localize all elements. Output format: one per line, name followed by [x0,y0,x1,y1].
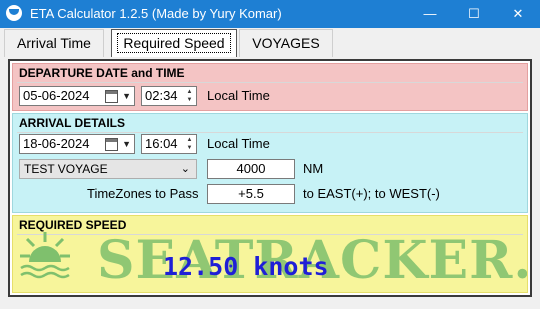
arrival-section: ARRIVAL DETAILS 18-06-2024 ▼ 16:04 ▲ ▼ Lo… [12,113,528,213]
departure-date-picker[interactable]: 05-06-2024 ▼ [19,86,135,106]
calendar-icon[interactable] [105,138,118,151]
window-title: ETA Calculator 1.2.5 (Made by Yury Komar… [30,6,282,21]
departure-section: DEPARTURE DATE and TIME 05-06-2024 ▼ 02:… [12,63,528,111]
calendar-icon[interactable] [105,90,118,103]
close-button[interactable]: ✕ [496,0,540,28]
minimize-button[interactable]: — [408,0,452,28]
timezones-label: TimeZones to Pass [87,186,199,201]
divider [17,132,523,133]
arrival-section-title: ARRIVAL DETAILS [19,116,126,130]
required-speed-value: 12.50 knots [163,252,329,281]
maximize-button[interactable]: ☐ [452,0,496,28]
timezones-input[interactable]: +5.5 [207,184,295,204]
tab-voyages[interactable]: VOYAGES [239,29,333,57]
distance-unit-label: NM [303,161,324,176]
spin-arrows-icon[interactable]: ▲ ▼ [185,88,194,104]
chevron-down-icon[interactable]: ⌄ [181,160,190,178]
chevron-down-icon[interactable]: ▼ [122,135,131,153]
spin-arrows-icon[interactable]: ▲ ▼ [185,136,194,152]
required-speed-section: REQUIRED SPEED SEATRACKER.RU 12.50 knots [12,215,528,293]
divider [17,82,523,83]
app-icon [6,5,22,21]
tab-strip: Arrival Time Required Speed VOYAGES [0,28,540,58]
voyage-select[interactable]: TEST VOYAGE ⌄ [19,159,197,179]
title-bar: ETA Calculator 1.2.5 (Made by Yury Komar… [0,0,540,28]
tab-required-speed[interactable]: Required Speed [111,29,237,57]
arrival-time-field[interactable]: 16:04 ▲ ▼ [141,134,197,154]
chevron-down-icon[interactable]: ▼ [122,87,131,105]
distance-input[interactable]: 4000 [207,159,295,179]
timezones-hint: to EAST(+); to WEST(-) [303,186,440,201]
departure-time-field[interactable]: 02:34 ▲ ▼ [141,86,197,106]
tab-content-panel: DEPARTURE DATE and TIME 05-06-2024 ▼ 02:… [8,59,532,297]
sun-logo-icon [20,232,70,279]
arrival-date-picker[interactable]: 18-06-2024 ▼ [19,134,135,154]
departure-time-label: Local Time [207,88,270,103]
departure-section-title: DEPARTURE DATE and TIME [19,66,185,80]
arrival-time-label: Local Time [207,136,270,151]
tab-arrival-time[interactable]: Arrival Time [4,29,104,57]
